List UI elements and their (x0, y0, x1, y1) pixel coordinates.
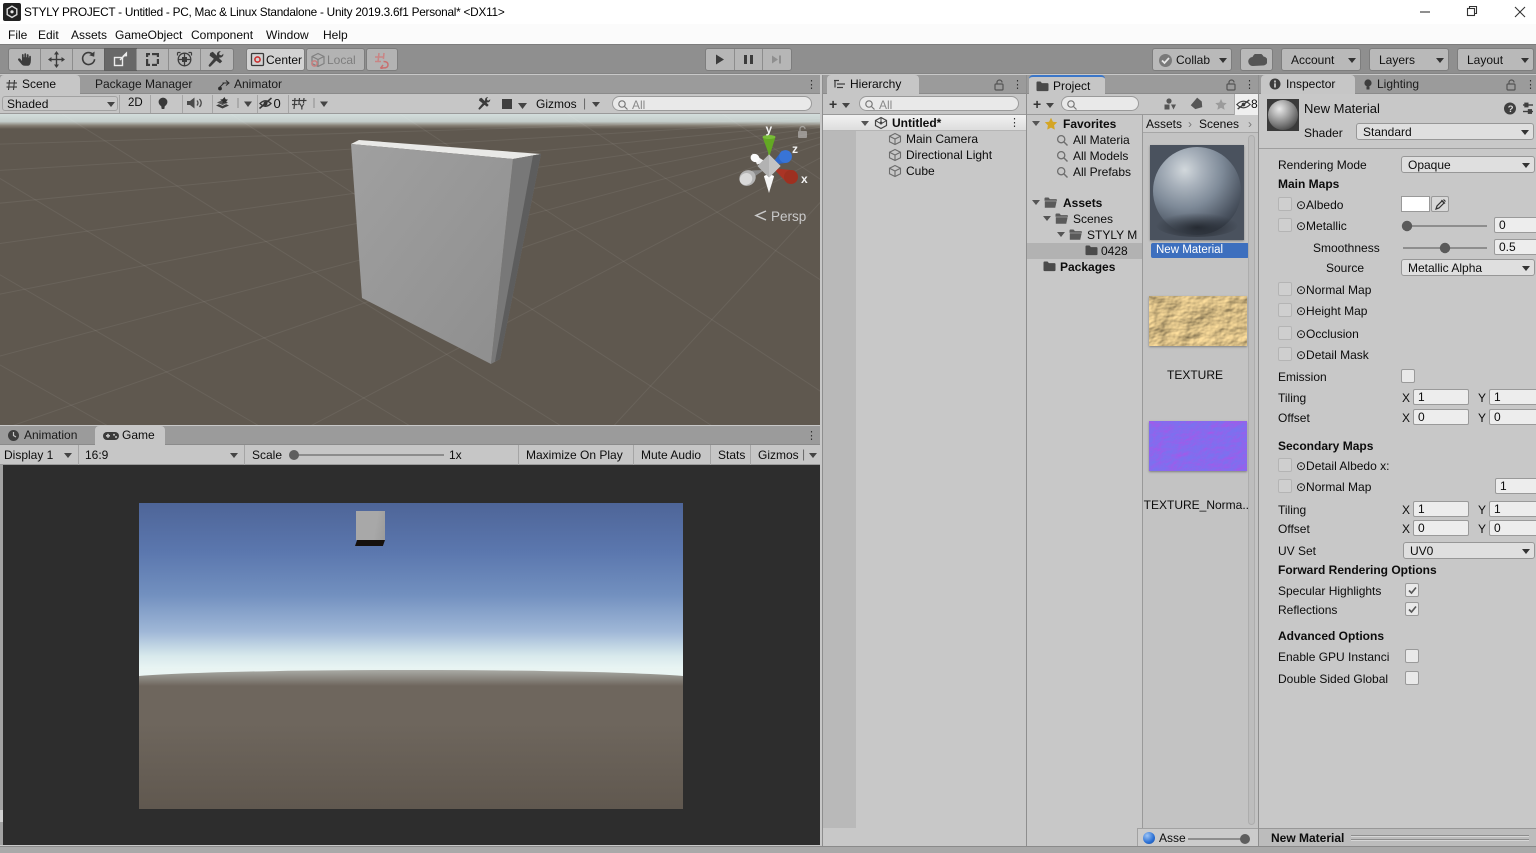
svg-text:Y: Y (299, 102, 305, 112)
svg-text:Persp: Persp (771, 209, 806, 224)
svg-text:0: 0 (274, 96, 281, 111)
svg-text:z: z (792, 142, 798, 156)
svg-text:x: x (801, 172, 808, 186)
svg-text:?: ? (1508, 104, 1514, 115)
svg-text:y: y (766, 122, 773, 136)
